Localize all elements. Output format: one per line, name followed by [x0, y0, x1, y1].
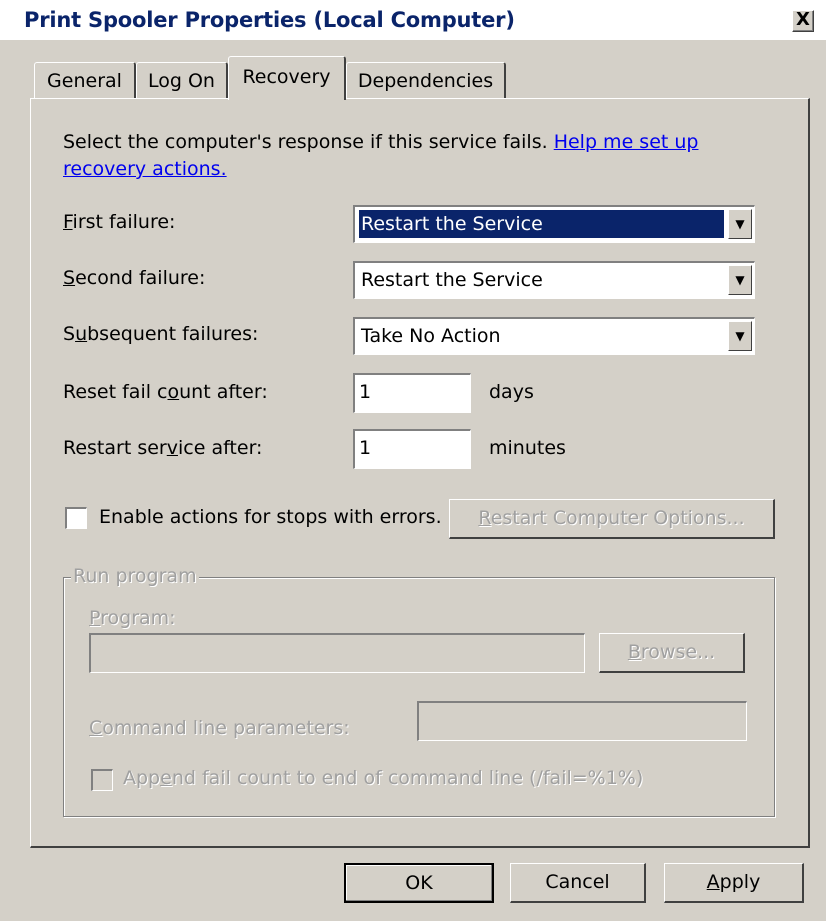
append-fail-count-label[interactable]: Append fail count to end of command line…: [123, 767, 643, 789]
cancel-button[interactable]: Cancel: [510, 863, 646, 903]
tab-general[interactable]: General: [34, 62, 136, 100]
close-button[interactable]: X: [792, 10, 814, 32]
append-fail-count-pre: App: [123, 767, 161, 789]
program-label: Program:: [89, 607, 176, 629]
first-failure-accel: F: [63, 211, 73, 233]
first-failure-label-text: irst failure:: [72, 211, 176, 233]
first-failure-label: First failure:: [63, 211, 175, 233]
tab-dependencies[interactable]: Dependencies: [346, 62, 506, 100]
restart-service-label-pre: Restart ser: [63, 437, 167, 459]
append-fail-count-accel: e: [160, 767, 172, 789]
run-program-legend: Run program: [71, 565, 199, 587]
subsequent-failures-accel: u: [75, 323, 88, 345]
restart-computer-options-label: Restart Computer Options...: [478, 507, 744, 529]
dropdown-arrow-icon[interactable]: ▼: [728, 209, 752, 239]
reset-fail-count-label-pre: Reset fail c: [63, 381, 168, 403]
tab-recovery[interactable]: Recovery: [228, 56, 346, 100]
append-fail-count-checkbox[interactable]: [91, 769, 113, 791]
browse-label: Browse...: [628, 641, 715, 663]
apply-accel: A: [706, 871, 720, 893]
properties-dialog: Print Spooler Properties (Local Computer…: [0, 0, 826, 921]
ok-button[interactable]: OK: [344, 863, 494, 903]
intro-description: Select the computer's response if this s…: [63, 131, 554, 153]
enable-actions-label[interactable]: Enable actions for stops with errors.: [99, 506, 442, 528]
subsequent-failures-label-pre: S: [63, 323, 76, 345]
restart-computer-options-text: estart Computer Options...: [490, 507, 745, 529]
reset-fail-count-accel: o: [167, 381, 180, 403]
append-fail-count-text: nd fail count to end of command line (/f…: [171, 767, 644, 789]
command-line-input[interactable]: [417, 701, 747, 741]
restart-service-label: Restart service after:: [63, 437, 262, 459]
second-failure-accel: S: [63, 267, 76, 289]
command-line-accel: C: [89, 717, 103, 739]
minutes-unit-label: minutes: [489, 437, 566, 459]
reset-fail-count-label: Reset fail count after:: [63, 381, 268, 403]
dropdown-arrow-icon[interactable]: ▼: [728, 265, 752, 295]
restart-service-accel: v: [166, 437, 178, 459]
program-label-text: rogram:: [100, 607, 176, 629]
program-input[interactable]: [89, 633, 585, 673]
first-failure-select[interactable]: Restart the Service ▼: [353, 205, 755, 243]
subsequent-failures-label-text: bsequent failures:: [87, 323, 259, 345]
apply-label-text: pply: [719, 871, 761, 893]
restart-service-input[interactable]: 1: [353, 429, 471, 469]
button-bar: OK Cancel Apply: [0, 855, 826, 921]
subsequent-failures-select[interactable]: Take No Action ▼: [353, 317, 755, 355]
window-title: Print Spooler Properties (Local Computer…: [24, 8, 515, 32]
restart-service-label-text: ice after:: [177, 437, 263, 459]
command-line-label: Command line parameters:: [89, 717, 350, 739]
subsequent-failures-value: Take No Action: [361, 325, 501, 347]
restart-computer-options-accel: R: [478, 507, 491, 529]
recovery-tab-panel: Select the computer's response if this s…: [30, 98, 810, 848]
enable-actions-checkbox[interactable]: [65, 507, 87, 529]
apply-button[interactable]: Apply: [664, 863, 804, 903]
days-unit-label: days: [489, 381, 534, 403]
browse-label-text: rowse...: [640, 641, 716, 663]
second-failure-label: Second failure:: [63, 267, 205, 289]
program-accel: P: [89, 607, 101, 629]
intro-text: Select the computer's response if this s…: [63, 129, 783, 183]
tab-log-on[interactable]: Log On: [136, 62, 228, 100]
first-failure-value: Restart the Service: [359, 210, 724, 238]
browse-accel: B: [627, 641, 641, 663]
restart-computer-options-button[interactable]: Restart Computer Options...: [449, 499, 775, 539]
browse-button[interactable]: Browse...: [599, 633, 745, 673]
reset-fail-count-input[interactable]: 1: [353, 373, 471, 413]
second-failure-select[interactable]: Restart the Service ▼: [353, 261, 755, 299]
dropdown-arrow-icon[interactable]: ▼: [728, 321, 752, 351]
command-line-label-text: ommand line parameters:: [102, 717, 350, 739]
subsequent-failures-label: Subsequent failures:: [63, 323, 258, 345]
second-failure-value: Restart the Service: [361, 269, 543, 291]
title-bar[interactable]: Print Spooler Properties (Local Computer…: [0, 0, 826, 40]
second-failure-label-text: econd failure:: [75, 267, 206, 289]
reset-fail-count-label-text: unt after:: [179, 381, 268, 403]
